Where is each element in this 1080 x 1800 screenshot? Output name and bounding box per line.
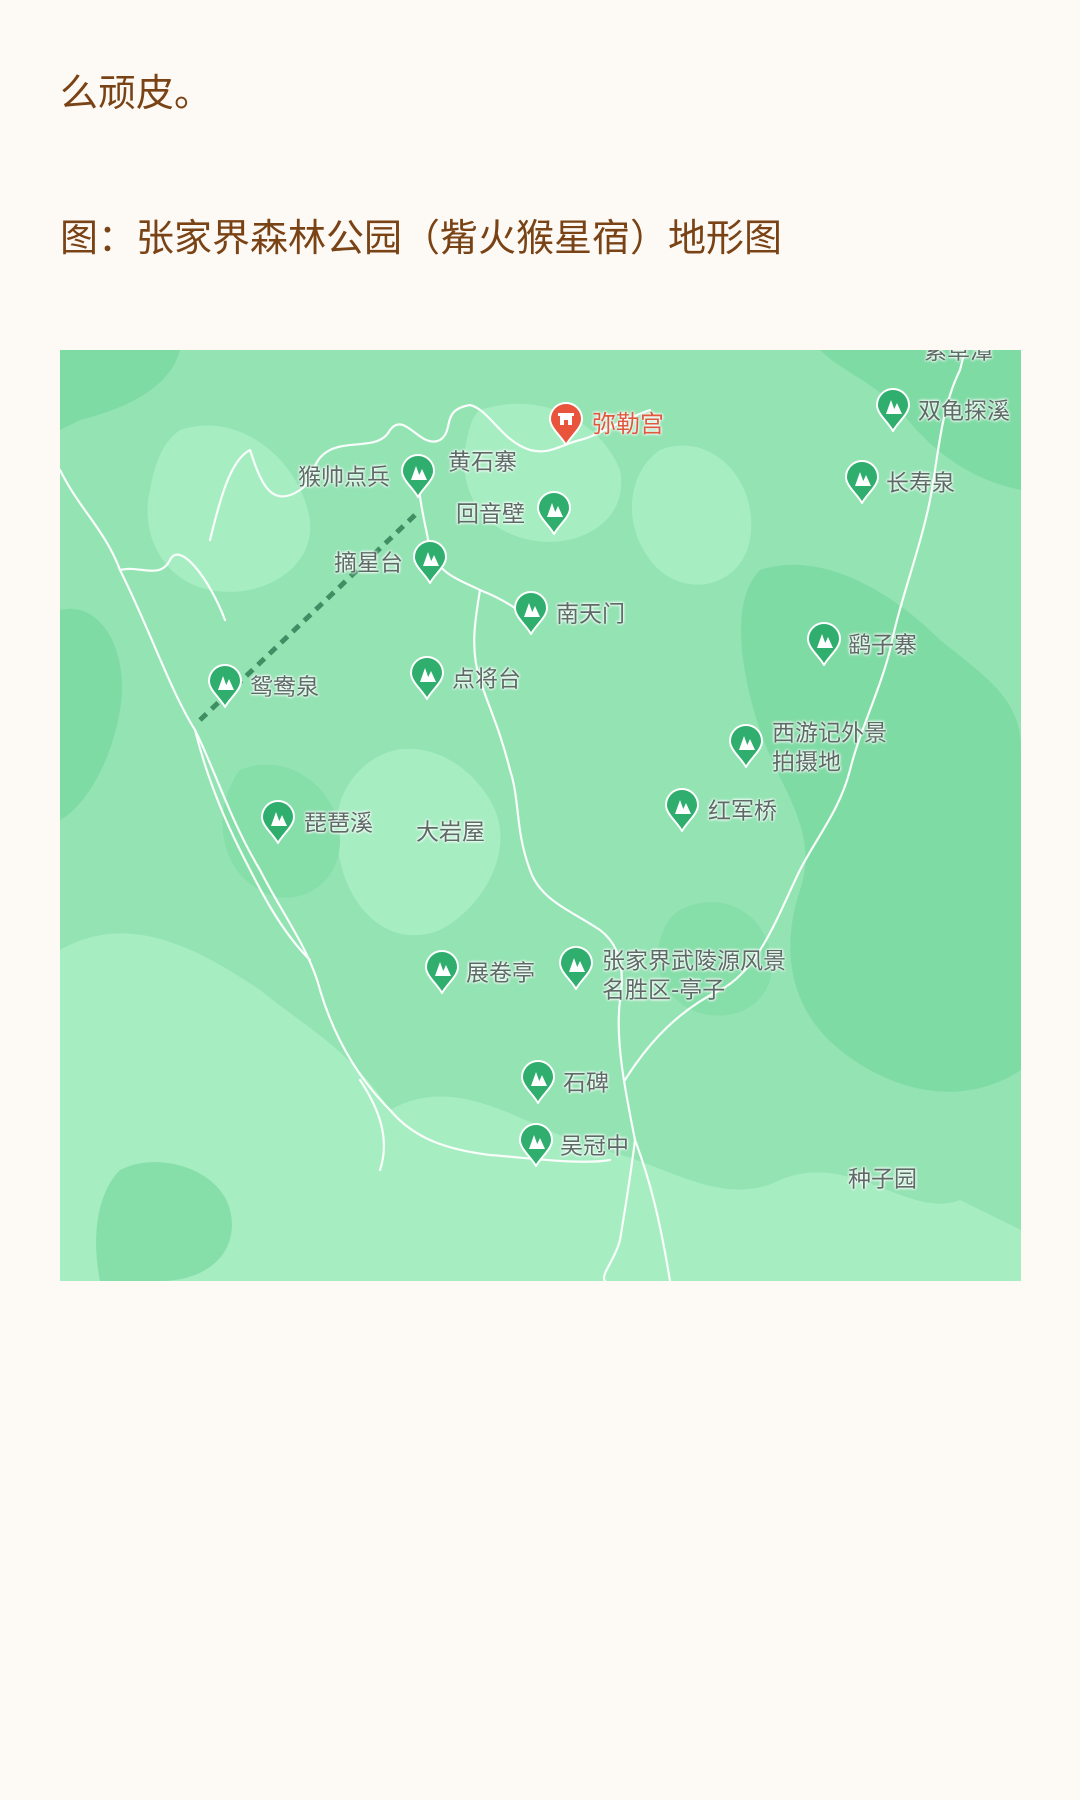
poi-label-line: 西游记外景 xyxy=(772,720,887,747)
poi-marker-wuguanzhong[interactable] xyxy=(517,1123,555,1167)
poi-label-shibei: 石碑 xyxy=(563,1070,609,1097)
scenic-spot-icon xyxy=(844,460,880,504)
poi-label-wulingyuan-pavilion: 张家界武陵源风景 名胜区-亭子 xyxy=(602,947,786,1005)
poi-marker-yaozizhai[interactable] xyxy=(805,622,843,666)
scenic-spot-icon xyxy=(400,454,436,498)
area-label-cut-off: 紫草潭 xyxy=(924,350,993,365)
scenic-spot-icon xyxy=(520,1060,556,1104)
poi-marker-pipaxi[interactable] xyxy=(259,800,297,844)
scenic-spot-icon xyxy=(536,491,572,535)
poi-label-mile-palace: 弥勒宫 xyxy=(592,410,664,438)
scenic-spot-icon xyxy=(806,622,842,666)
scenic-spot-icon xyxy=(558,946,594,990)
poi-label-dianjiangtai: 点将台 xyxy=(452,666,521,693)
poi-marker-xiyouji-filming-site[interactable] xyxy=(727,724,765,768)
poi-label-yaozizhai: 鹞子寨 xyxy=(848,632,917,659)
scenic-spot-icon xyxy=(260,800,296,844)
poi-marker-hongjunqiao[interactable] xyxy=(663,788,701,832)
scenic-spot-icon xyxy=(728,724,764,768)
poi-label-huiyinbi: 回音壁 xyxy=(456,501,525,528)
poi-marker-yuanyangquan[interactable] xyxy=(206,664,244,708)
poi-marker-zhaixingtai[interactable] xyxy=(411,540,449,584)
area-label-zhongziyuan: 种子园 xyxy=(848,1166,917,1193)
scenic-spot-icon xyxy=(207,664,243,708)
poi-marker-wulingyuan-pavilion[interactable] xyxy=(557,946,595,990)
poi-label-hongjunqiao: 红军桥 xyxy=(708,798,777,825)
poi-marker-nantianmen[interactable] xyxy=(512,591,550,635)
scenic-spot-icon xyxy=(412,540,448,584)
area-label-dayanwu: 大岩屋 xyxy=(416,819,485,846)
scenic-spot-icon xyxy=(875,388,911,432)
scenic-spot-icon xyxy=(424,950,460,994)
poi-label-nantianmen: 南天门 xyxy=(556,601,625,628)
scenic-spot-icon xyxy=(664,788,700,832)
poi-label-zhaixingtai: 摘星台 xyxy=(334,550,403,577)
poi-label-shuanggui-tanxi: 双龟探溪 xyxy=(918,398,1010,425)
poi-label-line: 张家界武陵源风景 xyxy=(602,948,786,975)
scenic-spot-icon xyxy=(409,656,445,700)
poi-label-xiyouji-filming-site: 西游记外景 拍摄地 xyxy=(772,719,887,777)
poi-label-pipaxi: 琵琶溪 xyxy=(304,810,373,837)
poi-marker-houshuai-dianbing[interactable] xyxy=(399,454,437,498)
scenic-spot-icon xyxy=(518,1123,554,1167)
article-text-fragment: 么顽皮。 xyxy=(60,71,213,115)
area-label-huangshizhai: 黄石寨 xyxy=(448,449,517,476)
poi-marker-dianjiangtai[interactable] xyxy=(408,656,446,700)
poi-marker-changshouquan[interactable] xyxy=(843,460,881,504)
poi-marker-shibei[interactable] xyxy=(519,1060,557,1104)
poi-label-changshouquan: 长寿泉 xyxy=(886,470,955,497)
temple-icon xyxy=(548,402,584,446)
poi-marker-mile-palace[interactable] xyxy=(547,402,585,446)
poi-marker-huiyinbi[interactable] xyxy=(535,491,573,535)
poi-label-zhanjuanting: 展卷亭 xyxy=(466,960,535,987)
poi-label-line: 名胜区-亭子 xyxy=(602,977,726,1003)
poi-label-line: 拍摄地 xyxy=(772,749,841,775)
terrain-map[interactable]: 弥勒宫 猴帅点兵 回音壁 摘星台 南天门 鸳鸯泉 点将台 琵琶溪 展卷亭 张家界… xyxy=(60,350,1021,1281)
poi-marker-shuanggui-tanxi[interactable] xyxy=(874,388,912,432)
scenic-spot-icon xyxy=(513,591,549,635)
poi-marker-zhanjuanting[interactable] xyxy=(423,950,461,994)
poi-label-wuguanzhong: 吴冠中 xyxy=(560,1133,629,1160)
poi-label-yuanyangquan: 鸳鸯泉 xyxy=(250,674,319,701)
poi-label-houshuai-dianbing: 猴帅点兵 xyxy=(298,464,390,491)
figure-caption: 图：张家界森林公园（觜火猴星宿）地形图 xyxy=(60,216,783,260)
